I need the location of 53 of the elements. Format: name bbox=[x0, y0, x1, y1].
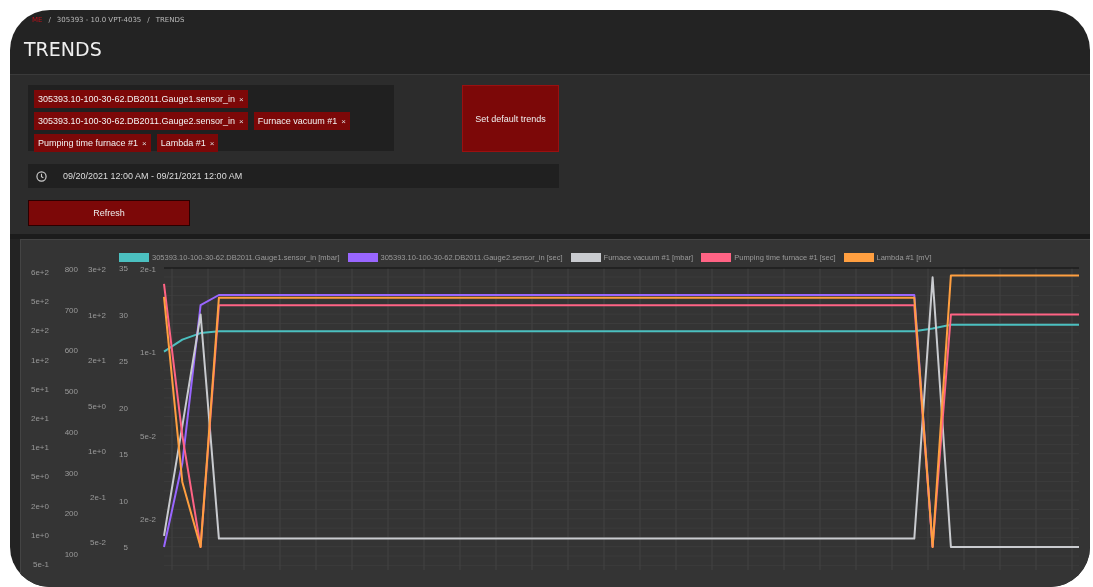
axis-tick-label: 2e-2 bbox=[140, 515, 156, 524]
axis-tick-label: 300 bbox=[64, 468, 78, 478]
axis-tick-label: 20 bbox=[119, 403, 128, 413]
axis-tick-label: 1e+0 bbox=[87, 447, 106, 456]
axis-tick-label: 35 bbox=[119, 264, 128, 273]
axis-tick-label: 5 bbox=[123, 543, 128, 552]
date-range-field[interactable]: 09/20/2021 12:00 AM - 09/21/2021 12:00 AM bbox=[28, 164, 559, 188]
set-default-button[interactable]: Set default trends bbox=[462, 85, 559, 152]
legend-swatch[interactable] bbox=[843, 252, 874, 262]
axis-tick-label: 25 bbox=[119, 357, 128, 366]
axis-tick-label: 30 bbox=[119, 310, 128, 320]
axis-tick-label: 1e+1 bbox=[30, 443, 49, 453]
axis-tick-label: 2e+1 bbox=[87, 356, 106, 365]
axis-tick-label: 400 bbox=[64, 427, 78, 437]
axis-tick-label: 5e-2 bbox=[90, 538, 106, 547]
axis-tick-label: 5e+2 bbox=[30, 297, 49, 307]
legend-swatch[interactable] bbox=[347, 252, 378, 262]
axis-tick-label: 1e+0 bbox=[30, 530, 49, 540]
axis-tick-label: 2e-1 bbox=[140, 265, 156, 274]
axis-tick-label: 6e+2 bbox=[30, 268, 49, 277]
trend-tag[interactable]: Lambda #1 × bbox=[156, 134, 219, 152]
axis-tick-label: 1e+2 bbox=[30, 355, 49, 365]
legend-swatch[interactable] bbox=[119, 252, 149, 262]
axis-tick-label: 700 bbox=[64, 305, 78, 315]
clock-icon bbox=[36, 170, 47, 182]
legend-swatch[interactable] bbox=[701, 252, 732, 262]
axis-tick-label: 500 bbox=[64, 387, 78, 397]
axis-tick-label: 15 bbox=[119, 450, 128, 459]
trend-tag[interactable]: Pumping time furnace #1 × bbox=[34, 134, 151, 152]
axis-tick-label: 1e-1 bbox=[140, 348, 156, 358]
axis-tick-label: 3e+2 bbox=[87, 265, 106, 274]
legend-swatch[interactable] bbox=[570, 252, 601, 262]
axis-tick-label: 600 bbox=[64, 346, 78, 356]
axis-tick-label: 2e+0 bbox=[30, 501, 49, 511]
axis-tick-label: 5e+0 bbox=[30, 472, 49, 482]
page-title: TRENDS bbox=[24, 38, 103, 62]
axis-tick-label: 5e-1 bbox=[33, 560, 49, 569]
trend-tag[interactable]: Furnace vacuum #1 × bbox=[253, 112, 350, 130]
axis-tick-label: 800 bbox=[64, 265, 78, 274]
trend-tag[interactable]: 305393.10-100-30-62.DB2011.Gauge1.sensor_in × bbox=[34, 90, 248, 108]
axis-tick-label: 2e+2 bbox=[30, 326, 49, 336]
axis-tick-label: 2e+1 bbox=[30, 414, 49, 423]
axis-tick-label: 5e+1 bbox=[30, 384, 49, 394]
axis-tick-label: 100 bbox=[64, 550, 78, 559]
axis-tick-label: 10 bbox=[119, 496, 128, 506]
axis-tick-label: 200 bbox=[64, 509, 78, 519]
tag-selector[interactable]: 305393.10-100-30-62.DB2011.Gauge1.sensor_in × 305393.10-100-30-62.DB2011.Gauge2.sensor_in × Furnace vacuum #1 × Pumping time furnace #1 × Lambda #1 × bbox=[28, 85, 395, 151]
axis-tick-label: 5e+0 bbox=[87, 401, 106, 411]
refresh-button[interactable]: Refresh bbox=[28, 200, 190, 226]
axis-tick-label: 5e-2 bbox=[140, 431, 156, 441]
trend-tag[interactable]: 305393.10-100-30-62.DB2011.Gauge2.sensor_in × bbox=[34, 112, 248, 130]
axis-tick-label: 2e-1 bbox=[90, 492, 106, 502]
axis-tick-label: 1e+2 bbox=[87, 310, 106, 320]
